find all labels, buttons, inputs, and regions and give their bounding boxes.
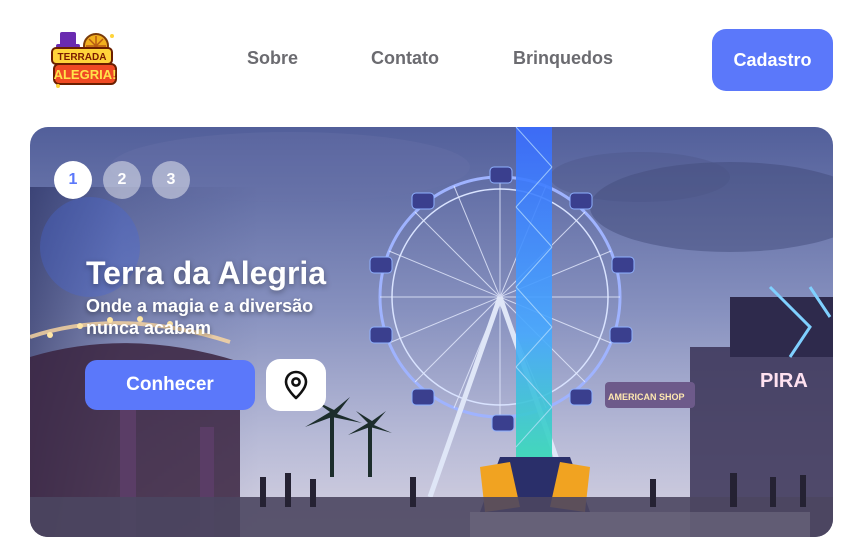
svg-text:TERRADA: TERRADA: [58, 52, 107, 63]
svg-text:PIRA: PIRA: [760, 370, 808, 392]
hero-title: Terra da Alegria: [86, 255, 327, 291]
nav-contato[interactable]: Contato: [371, 48, 439, 69]
conhecer-button[interactable]: Conhecer: [85, 360, 255, 410]
location-button[interactable]: [266, 359, 326, 411]
cadastro-button[interactable]: Cadastro: [712, 29, 833, 91]
map-pin-icon: [284, 370, 308, 400]
logo-emblem-icon: TERRADA ALEGRIA!: [51, 32, 117, 88]
slide-dot-1[interactable]: 1: [54, 161, 92, 199]
slide-dot-3[interactable]: 3: [152, 161, 190, 199]
hero-banner: PIRA AMERICAN SHOP 1 2 3 Terra da Alegri…: [30, 127, 833, 537]
brand-logo[interactable]: TERRADA ALEGRIA!: [50, 28, 120, 92]
svg-text:AMERICAN SHOP: AMERICAN SHOP: [608, 392, 685, 402]
nav-brinquedos[interactable]: Brinquedos: [513, 48, 613, 69]
nav-sobre[interactable]: Sobre: [247, 48, 298, 69]
hero-subtitle: Onde a magia e a diversão nunca acabam: [86, 296, 314, 338]
svg-text:ALEGRIA!: ALEGRIA!: [54, 67, 117, 82]
slide-dot-2[interactable]: 2: [103, 161, 141, 199]
